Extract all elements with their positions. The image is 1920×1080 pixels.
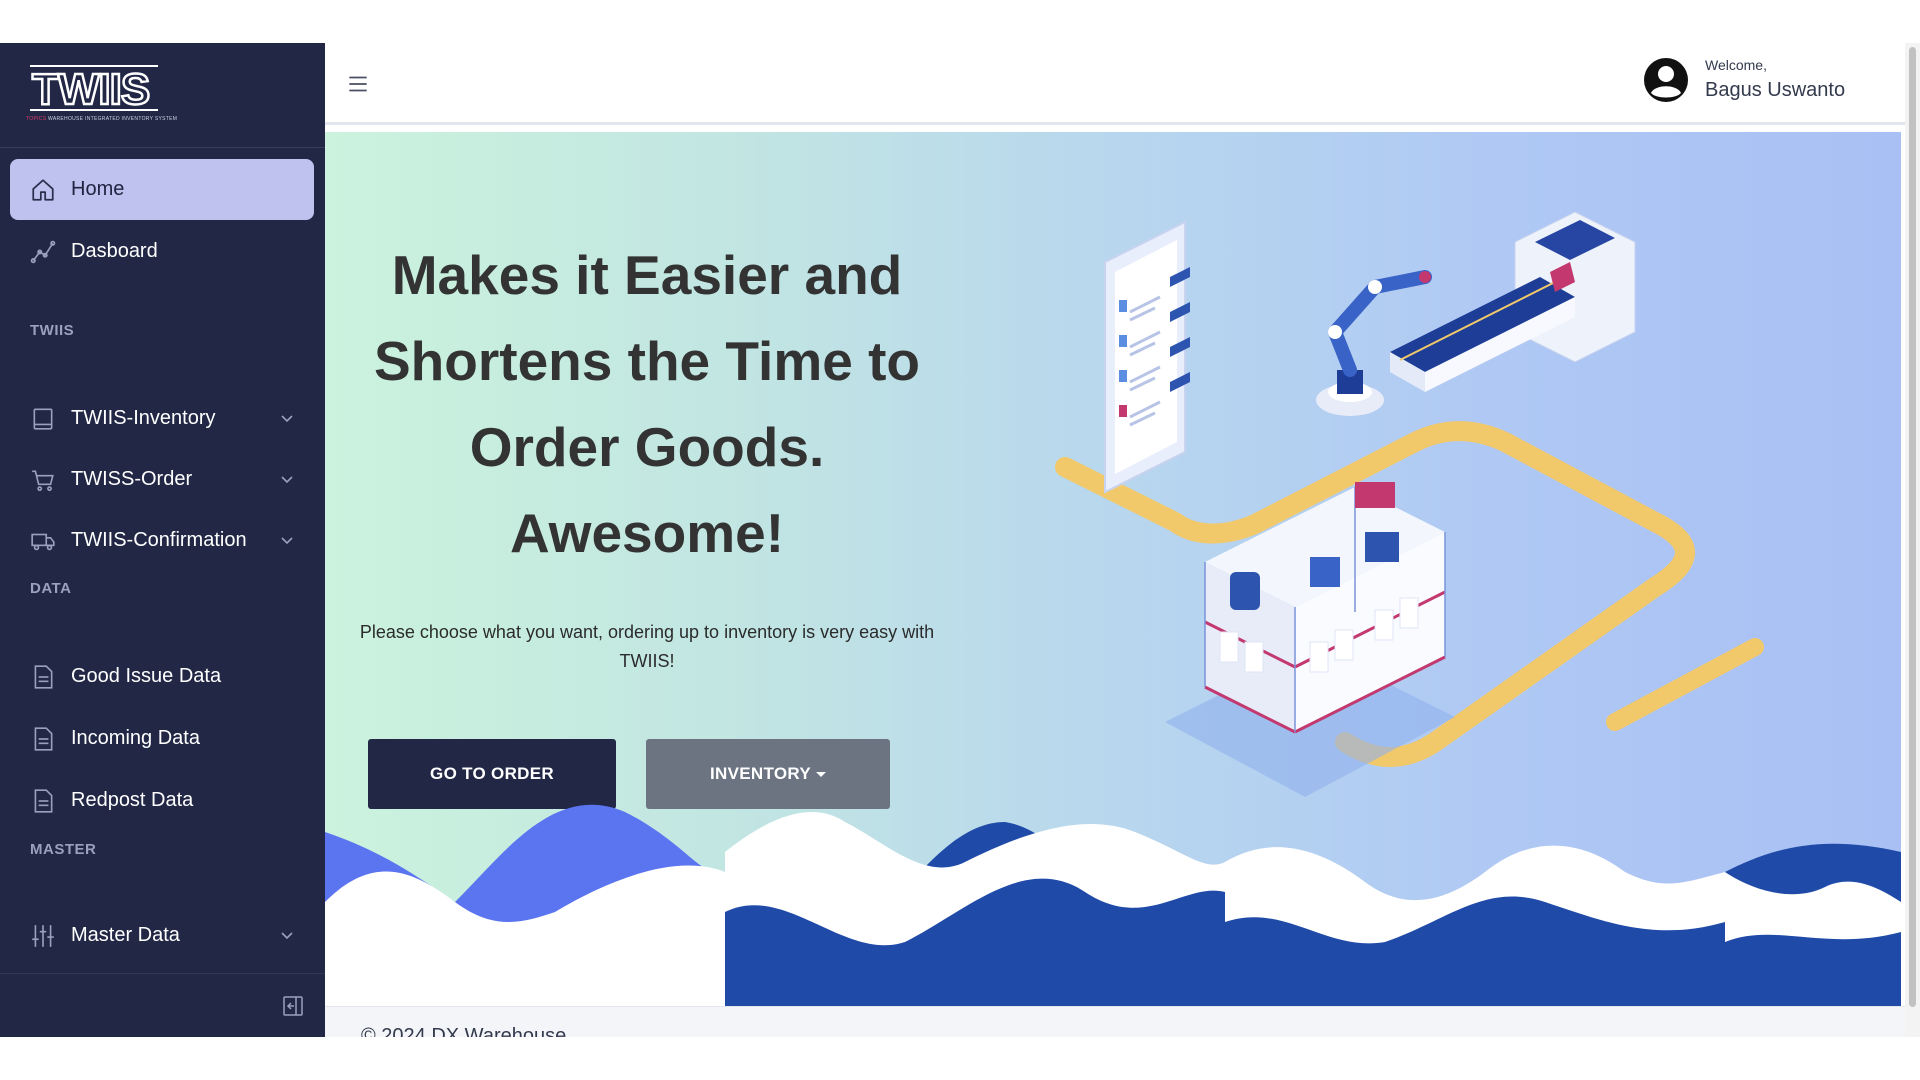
- chevron-down-icon: [281, 476, 293, 484]
- hero-description-line: Please choose what you want, ordering up…: [359, 622, 935, 642]
- hamburger-icon[interactable]: [345, 71, 371, 97]
- hero-banner: Makes it Easier and Shortens the Time to…: [325, 132, 1901, 1006]
- hero-title-line: Makes it Easier and: [391, 244, 903, 306]
- sidebar-item-label: Master Data: [71, 924, 180, 946]
- collapse-sidebar-icon[interactable]: [281, 994, 305, 1018]
- hero-title-line: Awesome!: [509, 502, 785, 564]
- cart-icon: [32, 470, 54, 492]
- sidebar-item-label: Home: [71, 178, 125, 200]
- chevron-down-icon: [281, 537, 293, 545]
- go-to-order-label: GO TO ORDER: [430, 764, 554, 783]
- sidebar-item-redpost-data[interactable]: Redpost Data: [10, 770, 314, 831]
- sidebar-item-good-issue-data[interactable]: Good Issue Data: [10, 646, 314, 707]
- sidebar-item-dashboard[interactable]: Dasboard: [10, 221, 314, 282]
- twiis-logo[interactable]: TWIIS: [30, 62, 162, 114]
- sliders-icon: [32, 925, 54, 947]
- top-header: Welcome, Bagus Uswanto: [325, 43, 1905, 125]
- brand: TWIIS TOPICS WAREHOUSE INTEGRATED INVENT…: [0, 43, 325, 148]
- sidebar-item-label: TWIIS-Confirmation: [71, 529, 247, 551]
- section-heading-data: DATA: [30, 580, 72, 597]
- brand-tagline: TOPICS WAREHOUSE INTEGRATED INVENTORY SY…: [26, 116, 177, 122]
- phone-illustration: [1104, 220, 1190, 494]
- sidebar-item-home[interactable]: Home: [10, 159, 314, 220]
- hero-description: Please choose what you want, ordering up…: [325, 618, 969, 676]
- user-circle-icon: [1644, 58, 1688, 102]
- chevron-down-icon: [281, 932, 293, 940]
- tagline-text: WAREHOUSE INTEGRATED INVENTORY SYSTEM: [48, 116, 178, 122]
- sidebar-item-twiis-inventory[interactable]: TWIIS-Inventory: [10, 388, 314, 449]
- home-icon: [32, 179, 54, 201]
- user-menu[interactable]: Welcome, Bagus Uswanto: [1643, 55, 1883, 115]
- welcome-label: Welcome,: [1705, 57, 1767, 73]
- truck-icon: [31, 533, 55, 551]
- sidebar-item-master-data[interactable]: Master Data: [10, 905, 314, 966]
- section-heading-master: MASTER: [30, 841, 97, 858]
- sidebar-item-twiss-order[interactable]: TWISS-Order: [10, 449, 314, 510]
- chevron-down-icon: [281, 415, 293, 423]
- sidebar-item-incoming-data[interactable]: Incoming Data: [10, 708, 314, 769]
- hero-description-line: TWIIS!: [619, 651, 675, 671]
- sidebar: TWIIS TOPICS WAREHOUSE INTEGRATED INVENT…: [0, 43, 325, 1037]
- book-icon: [33, 408, 53, 430]
- tagline-accent: TOPICS: [26, 116, 47, 122]
- scrollbar-thumb[interactable]: [1909, 47, 1916, 1007]
- logo-text: TWIIS: [32, 65, 149, 114]
- hero-title-line: Order Goods.: [469, 416, 825, 478]
- app-window: TWIIS TOPICS WAREHOUSE INTEGRATED INVENT…: [0, 43, 1905, 1037]
- sidebar-item-label: Redpost Data: [71, 789, 194, 811]
- warehouse-illustration: [1055, 211, 1764, 797]
- document-icon: [34, 789, 53, 813]
- section-heading-twiis: TWIIS: [30, 322, 75, 339]
- sidebar-item-label: TWIIS-Inventory: [71, 407, 216, 429]
- hero-title-line: Shortens the Time to: [374, 330, 920, 392]
- sidebar-item-twiis-confirmation[interactable]: TWIIS-Confirmation: [10, 510, 314, 571]
- conveyor-machine: [1390, 211, 1636, 392]
- hero-title: Makes it Easier and Shortens the Time to…: [325, 232, 969, 576]
- sidebar-item-label: Incoming Data: [71, 727, 200, 749]
- document-icon: [34, 665, 53, 689]
- chart-line-icon: [30, 240, 56, 264]
- vertical-scrollbar[interactable]: [1905, 43, 1920, 1037]
- sidebar-item-label: TWISS-Order: [71, 468, 193, 490]
- sidebar-item-label: Good Issue Data: [71, 665, 222, 687]
- caret-down-icon: [815, 771, 826, 777]
- wave-decoration: [325, 804, 1901, 1006]
- sidebar-item-label: Dasboard: [71, 240, 158, 262]
- sidebar-footer: [0, 973, 325, 1037]
- username: Bagus Uswanto: [1705, 79, 1846, 101]
- inventory-label: INVENTORY: [710, 764, 811, 783]
- document-icon: [34, 727, 53, 751]
- page-footer: © 2024 DX Warehouse: [325, 1006, 1905, 1037]
- copyright-text: © 2024 DX Warehouse: [361, 1025, 567, 1037]
